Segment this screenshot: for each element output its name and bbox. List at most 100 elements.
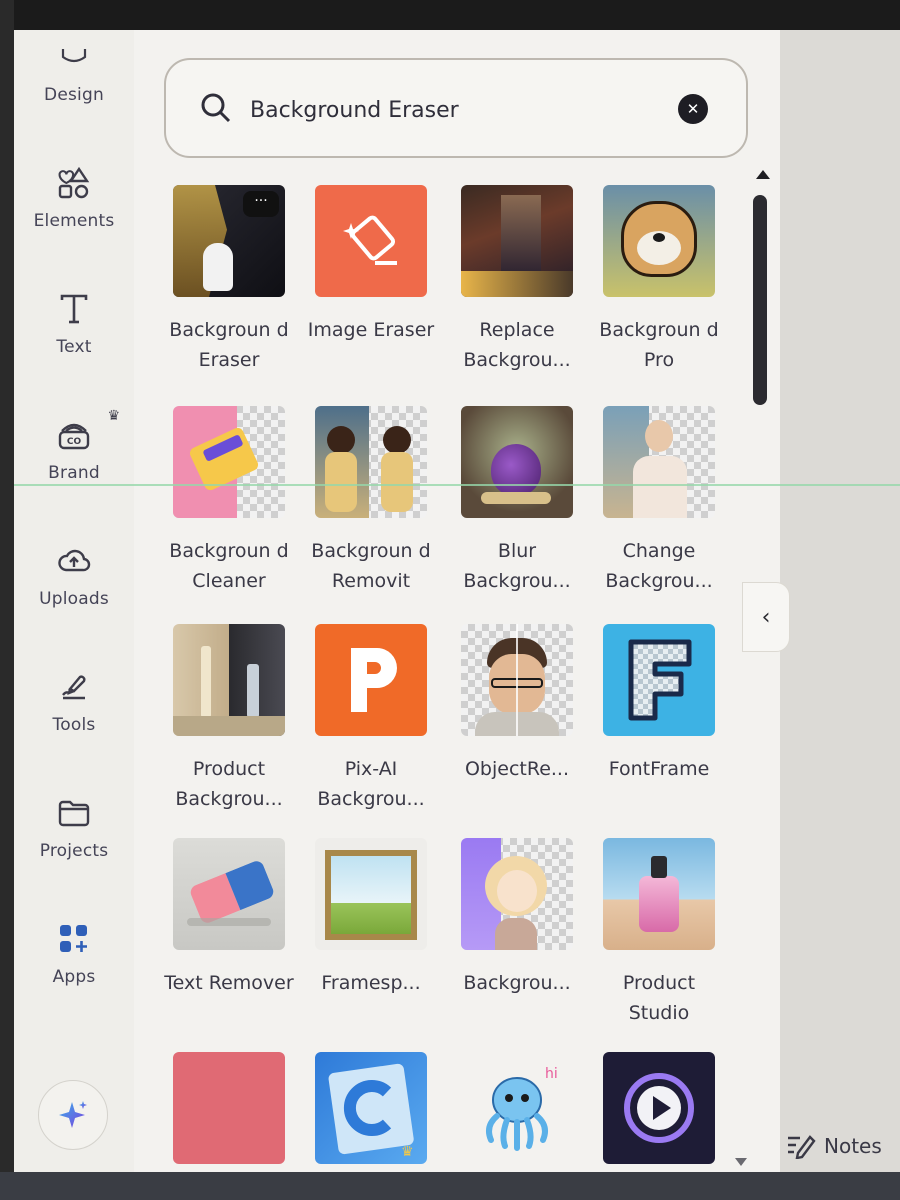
app-name: FontFrame — [608, 758, 710, 780]
app-name: Product Studio — [622, 972, 696, 1024]
app-name: Backgrou... — [463, 972, 571, 994]
sidebar-item-label: Uploads — [39, 589, 109, 609]
app-tile-blur-background[interactable]: Blur Backgrou... — [452, 406, 582, 596]
svg-text:CO: CO — [67, 437, 82, 447]
elements-icon — [56, 165, 92, 201]
app-thumbnail — [603, 406, 715, 518]
app-tile-product-studio[interactable]: Product Studio — [594, 838, 724, 1028]
scroll-down-arrow[interactable] — [735, 1158, 747, 1166]
sidebar-item-label: Tools — [52, 715, 96, 735]
app-thumbnail — [603, 838, 715, 950]
app-tile[interactable]: hi — [452, 1052, 582, 1182]
search-icon — [198, 90, 234, 130]
app-thumbnail — [461, 624, 573, 736]
sidebar-item-elements[interactable]: Elements — [14, 148, 134, 248]
sidebar-item-apps[interactable]: Apps — [14, 904, 134, 1004]
brand-icon: CO — [56, 417, 92, 453]
app-thumbnail: ♛ — [315, 1052, 427, 1164]
app-thumbnail — [603, 1052, 715, 1164]
app-tile[interactable] — [594, 1052, 724, 1182]
app-name: Blur Backgrou... — [463, 540, 571, 592]
app-tile-background-pro[interactable]: Backgroun d Pro — [594, 185, 724, 375]
octopus-icon: hi — [486, 1066, 558, 1151]
app-name: Backgroun d Eraser — [169, 319, 289, 371]
app-thumbnail: ··· — [173, 185, 285, 297]
scroll-up-arrow[interactable] — [756, 170, 770, 179]
app-name: Backgroun d Pro — [599, 319, 719, 371]
app-tile-background-removit[interactable]: Backgroun d Removit — [306, 406, 436, 596]
app-tile-fontframe[interactable]: FontFrame — [594, 624, 724, 784]
play-icon — [624, 1073, 694, 1143]
search-input[interactable] — [250, 88, 670, 132]
app-tile-image-eraser[interactable]: Image Eraser — [306, 185, 436, 345]
crown-icon: ♛ — [107, 408, 120, 424]
scrollbar-thumb[interactable] — [753, 195, 767, 405]
app-name: Pix-AI Backgrou... — [317, 758, 425, 810]
app-tile[interactable]: ♛ — [306, 1052, 436, 1182]
app-name: Replace Backgrou... — [463, 319, 571, 371]
app-thumbnail — [173, 1052, 285, 1164]
svg-text:hi: hi — [545, 1066, 558, 1082]
magic-button[interactable] — [38, 1080, 108, 1150]
pix-ai-logo-icon — [351, 648, 397, 712]
taskbar — [0, 1172, 900, 1200]
app-tile-framesp[interactable]: Framesp... — [306, 838, 436, 998]
eraser-icon — [343, 215, 397, 265]
notes-icon — [788, 1135, 816, 1159]
notes-label: Notes — [824, 1134, 882, 1158]
app-name: Product Backgrou... — [175, 758, 283, 810]
app-tile[interactable] — [164, 1052, 294, 1182]
app-name: Text Remover — [164, 972, 294, 994]
app-tile-background-remover[interactable]: Backgrou... — [452, 838, 582, 998]
monitor-bezel-left — [0, 0, 14, 1200]
app-tile-background-eraser[interactable]: ··· Backgroun d Eraser — [164, 185, 294, 375]
app-thumbnail — [173, 406, 285, 518]
monitor-bezel-top — [0, 0, 900, 30]
sidebar-item-label: Projects — [39, 841, 109, 861]
app-thumbnail — [461, 406, 573, 518]
collapse-panel-button[interactable]: ‹ — [742, 582, 790, 652]
sidebar-item-projects[interactable]: Projects — [14, 778, 134, 878]
sidebar-item-uploads[interactable]: Uploads — [14, 526, 134, 626]
app-tile-product-background[interactable]: Product Backgrou... — [164, 624, 294, 814]
design-icon — [56, 39, 92, 75]
app-thumbnail — [315, 185, 427, 297]
svg-text:♛: ♛ — [401, 1144, 414, 1160]
app-thumbnail — [603, 185, 715, 297]
chevron-left-icon: ‹ — [761, 604, 771, 630]
search-box[interactable]: ✕ — [164, 58, 748, 158]
app-tile-replace-background[interactable]: Replace Backgrou... — [452, 185, 582, 375]
sidebar-item-text[interactable]: Text — [14, 274, 134, 374]
app-thumbnail — [461, 185, 573, 297]
app-tile-objectremover[interactable]: ObjectRe... — [452, 624, 582, 784]
screen: Design Elements Text ♛ CO Brand Uploads … — [0, 0, 900, 1200]
app-tile-text-remover[interactable]: Text Remover — [164, 838, 294, 998]
canvas-area[interactable] — [780, 30, 900, 1172]
apps-icon — [56, 921, 92, 957]
app-tile-change-background[interactable]: Change Backgrou... — [594, 406, 724, 596]
app-thumbnail — [173, 838, 285, 950]
text-icon — [56, 291, 92, 327]
app-name: Backgroun d Removit — [311, 540, 431, 592]
apps-search-panel: ✕ ··· Backgroun d Eraser Image Eraser — [134, 30, 780, 1172]
app-name: ObjectRe... — [464, 758, 570, 780]
app-thumbnail — [603, 624, 715, 736]
sidebar-item-tools[interactable]: Tools — [14, 652, 134, 752]
clear-search-button[interactable]: ✕ — [678, 94, 708, 124]
app-tile-background-cleaner[interactable]: Backgroun d Cleaner — [164, 406, 294, 596]
app-thumbnail: hi — [461, 1052, 573, 1164]
sidebar-item-design[interactable]: Design — [14, 22, 134, 122]
sparkle-icon — [59, 1101, 87, 1128]
screen-glare-line — [0, 484, 900, 486]
app-tile-pix-ai-background[interactable]: Pix-AI Backgrou... — [306, 624, 436, 814]
folder-icon — [56, 795, 92, 831]
upload-icon — [56, 543, 92, 579]
app-name: Change Backgrou... — [605, 540, 713, 592]
sidebar-item-label: Text — [56, 337, 92, 357]
sidebar-item-label: Apps — [52, 967, 96, 987]
notes-button[interactable]: Notes — [786, 1130, 882, 1162]
app-thumbnail — [461, 838, 573, 950]
app-thumbnail — [173, 624, 285, 736]
app-thumbnail — [315, 838, 427, 950]
app-thumbnail — [315, 624, 427, 736]
